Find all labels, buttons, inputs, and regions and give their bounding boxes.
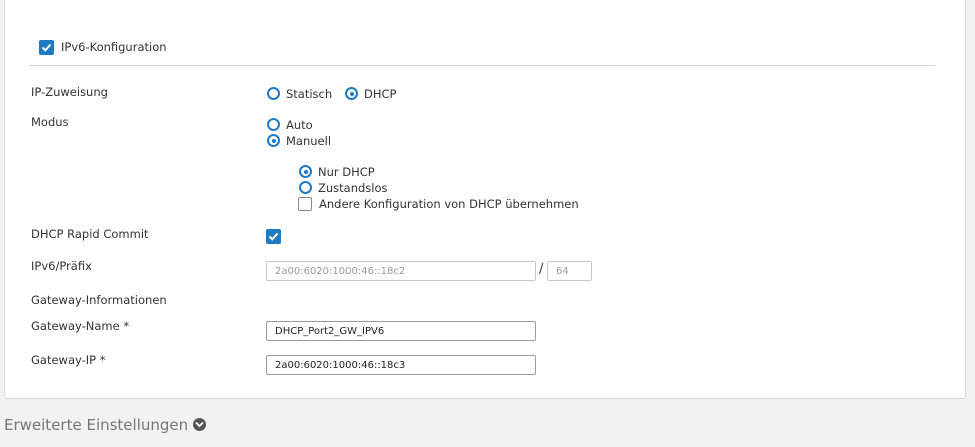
radio-manual-label: Manuell [286,134,332,148]
chevron-down-circle-icon [193,418,207,431]
radio-manual[interactable] [267,134,280,147]
gateway-name-input[interactable] [266,321,536,341]
gateway-ip-label: Gateway-IP * [31,353,106,367]
other-config-label: Andere Konfiguration von DHCP übernehmen [319,197,579,211]
radio-static[interactable] [267,87,280,100]
gateway-section-label: Gateway-Informationen [31,293,167,307]
checkmark-icon [41,43,52,52]
gateway-name-label: Gateway-Name * [31,319,130,333]
ipv6-config-label: IPv6-Konfiguration [61,40,167,54]
radio-auto[interactable] [267,118,280,131]
dhcp-rapid-commit-checkbox[interactable] [266,229,281,244]
prefix-length-input[interactable] [547,261,592,281]
mode-label: Modus [31,115,69,129]
radio-static-label: Statisch [286,87,333,101]
checkmark-icon [268,232,279,241]
ipv6-config-checkbox[interactable] [39,40,54,55]
ip-assignment-label: IP-Zuweisung [31,85,108,99]
gateway-ip-input[interactable] [266,355,536,375]
radio-dhcp-only[interactable] [299,165,312,178]
radio-auto-label: Auto [286,118,313,132]
dhcp-rapid-commit-label: DHCP Rapid Commit [31,227,149,241]
radio-stateless-label: Zustandslos [318,181,388,195]
radio-dhcp-label: DHCP [364,87,397,101]
advanced-settings-toggle[interactable]: Erweiterte Einstellungen [4,416,207,434]
advanced-settings-label: Erweiterte Einstellungen [4,416,189,434]
other-config-checkbox[interactable] [298,197,312,211]
prefix-separator: / [539,262,544,277]
ipv6-prefix-label: IPv6/Präfix [31,259,92,273]
ipv6-address-input[interactable] [266,261,536,281]
divider [29,65,935,66]
radio-dhcp-only-label: Nur DHCP [318,165,375,179]
radio-stateless[interactable] [299,181,312,194]
radio-dhcp[interactable] [345,87,358,100]
